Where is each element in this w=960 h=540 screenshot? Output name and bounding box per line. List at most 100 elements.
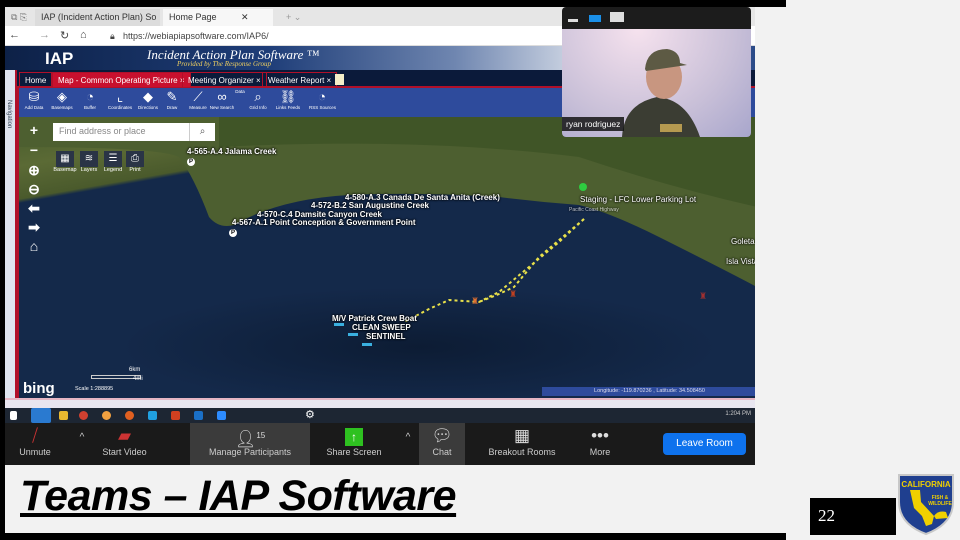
outlook-icon[interactable] [194, 411, 203, 420]
tab-label: IAP (Incident Action Plan) So [41, 12, 157, 22]
edge-icon[interactable] [31, 408, 51, 423]
button-label: More [589, 447, 611, 457]
back-arrow-icon[interactable]: ⬅ [25, 199, 43, 217]
zoom-app-icon[interactable] [217, 411, 226, 420]
directions-tool[interactable]: ◆ Directions [135, 89, 161, 110]
tab-home[interactable]: Home [19, 72, 53, 88]
map-label-staging[interactable]: Staging - LFC Lower Parking Lot [580, 195, 696, 204]
unmute-button[interactable]: ⧸ Unmute [15, 423, 55, 465]
powerpoint-icon[interactable] [171, 411, 180, 420]
button-label: Chat [432, 447, 452, 457]
boat-marker: ♜ [699, 291, 707, 301]
rss-sources-tool[interactable]: ◔ RSS Sources [309, 89, 336, 110]
layers-plus-icon: ⛁ [28, 89, 40, 104]
zoom-out-area-icon[interactable]: ⊖ [25, 180, 43, 198]
parking-pin-icon[interactable]: P [187, 158, 195, 166]
more-button[interactable]: ••• More [582, 423, 618, 465]
video-off-icon: ▰ [117, 426, 132, 445]
breakout-rooms-button[interactable]: ▦ Breakout Rooms [482, 423, 562, 465]
search-icon[interactable]: ⌕ [189, 123, 215, 141]
audio-options-caret[interactable]: ^ [75, 423, 89, 465]
participant-video-window[interactable]: ryan rodriguez [562, 7, 751, 137]
windows-taskbar: ⚙ 1:204 PM [5, 408, 755, 423]
more-dots-icon: ••• [591, 426, 609, 445]
tab-actions-icon[interactable]: ⧉ ⎘ [5, 9, 33, 26]
address-search-input[interactable]: Find address or place [53, 123, 203, 141]
browser-tab-home[interactable]: Home Page ✕ [163, 9, 273, 26]
button-label: Unmute [19, 447, 51, 457]
tab-weather-report[interactable]: Weather Report × [262, 72, 338, 88]
app-icon[interactable] [102, 411, 111, 420]
leave-room-button[interactable]: Leave Room [663, 433, 746, 455]
coordinates-tool[interactable]: ⌞ Coordinates [107, 89, 133, 110]
participant-count: 15 [256, 431, 266, 440]
lock-icon: 🔒︎ [110, 31, 115, 41]
settings-gear-icon[interactable]: ⚙ [305, 408, 315, 421]
chrome-icon[interactable] [79, 411, 88, 420]
start-video-button[interactable]: ▰ Start Video [97, 423, 152, 465]
forward-icon[interactable]: → [39, 29, 50, 41]
draw-icon: ✎ [166, 89, 178, 104]
share-screen-button[interactable]: ↑ Share Screen [323, 423, 385, 465]
buffer-tool[interactable]: ◔ Buffer [77, 89, 103, 110]
vessel-label[interactable]: CLEAN SWEEP [352, 323, 411, 332]
map-view[interactable]: ♜ ♜ ♜ Find address or place ⌕ + − ⊕ ⊖ ⬅ … [17, 117, 755, 398]
new-tab-icon[interactable]: + ⌄ [280, 9, 307, 26]
vessel-label[interactable]: M/V Patrick Crew Boat [332, 314, 417, 323]
map-label[interactable]: 4-565-A.4 Jalama Creek [187, 147, 276, 156]
refresh-icon[interactable]: ↻ [60, 29, 69, 42]
firefox-icon[interactable] [125, 411, 134, 420]
page-footer-strip [5, 398, 755, 408]
zoom-in-icon[interactable]: + [25, 121, 43, 139]
manage-participants-button[interactable]: 👤︎15 Manage Participants [190, 423, 310, 465]
maximize-icon[interactable] [610, 12, 624, 22]
home-icon[interactable]: ⌂ [80, 29, 87, 41]
map-label[interactable]: 4-567-A.1 Point Conception & Government … [232, 218, 416, 227]
minimize-icon[interactable] [568, 19, 578, 22]
url-input[interactable]: https://webiapiapsoftware.com/IAP6/ [123, 31, 269, 41]
route-line-2 [478, 218, 585, 303]
explorer-icon[interactable] [59, 411, 68, 420]
tab-map[interactable]: Map - Common Operating Picture × [52, 72, 191, 88]
slide-frame-top [0, 0, 786, 7]
scale-km: 6km [129, 367, 141, 373]
tool-label: Measure [189, 105, 207, 110]
map-label[interactable]: 4-572-B.2 San Augustine Creek [311, 201, 429, 210]
links-feeds-tool[interactable]: ⛓ Links Feeds [275, 89, 301, 110]
skype-icon[interactable] [148, 411, 157, 420]
basemap-button[interactable]: ▦ Basemap [53, 151, 77, 173]
add-data-tool[interactable]: ⛁ Add Data [21, 89, 47, 110]
legend-button[interactable]: ☰ Legend [101, 151, 125, 173]
browser-tab-iap[interactable]: IAP (Incident Action Plan) So [35, 9, 160, 26]
tab-meeting-organizer[interactable]: Meeting Organizer × [182, 72, 267, 88]
print-button[interactable]: ⎙ Print [123, 151, 147, 173]
chat-button[interactable]: 💬︎ Chat [419, 423, 465, 465]
share-options-caret[interactable]: ^ [401, 423, 415, 465]
scale-mi: 4mi [133, 376, 143, 382]
sidebar-label: Navigation [6, 100, 12, 129]
back-icon[interactable]: ← [9, 29, 20, 41]
parking-pin-icon[interactable]: P [229, 229, 237, 237]
zoom-out-icon[interactable]: − [25, 141, 43, 159]
zoom-in-area-icon[interactable]: ⊕ [25, 161, 43, 179]
measure-tool[interactable]: ⟋ Measure [185, 89, 211, 110]
tool-label: Basemap [53, 167, 77, 173]
draw-tool[interactable]: ✎ Draw [159, 89, 185, 110]
layers-icon: ≋ [80, 151, 98, 167]
video-view-icon[interactable] [589, 15, 601, 22]
grid-info-tool[interactable]: ⌕ Grid Info [245, 89, 271, 110]
cdfw-logo: CALIFORNIA FISH & WILDLIFE [898, 474, 954, 536]
start-icon[interactable] [10, 411, 17, 420]
iap-sidebar[interactable]: Navigation [5, 70, 17, 410]
layers-button[interactable]: ≋ Layers [77, 151, 101, 173]
staging-marker [579, 183, 587, 191]
home-extent-icon[interactable]: ⌂ [25, 237, 43, 255]
clock: 1:204 PM [725, 411, 751, 417]
tool-label: Basemaps [51, 105, 73, 110]
vessel-label[interactable]: SENTINEL [366, 332, 406, 341]
forward-arrow-icon[interactable]: ➡ [25, 218, 43, 236]
new-tab-icon[interactable] [335, 74, 344, 85]
basemaps-tool[interactable]: ◈ Basemaps [49, 89, 75, 110]
button-label: Start Video [102, 447, 147, 457]
close-tab-icon[interactable]: ✕ [241, 12, 249, 22]
